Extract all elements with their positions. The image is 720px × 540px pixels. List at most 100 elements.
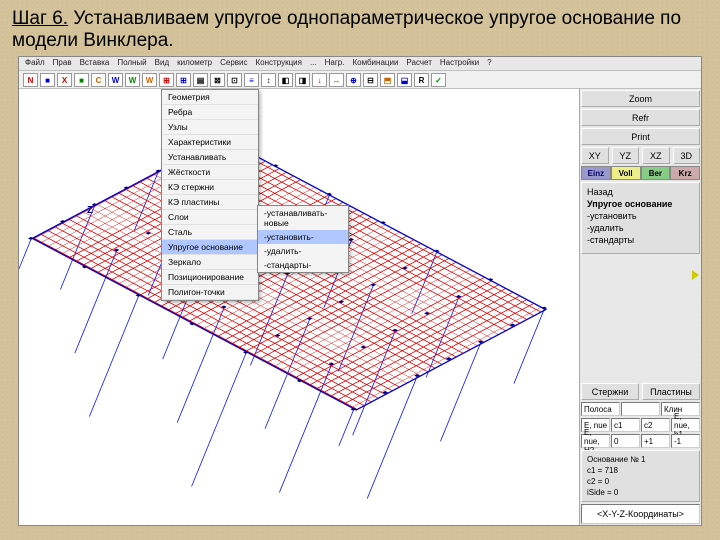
toolbar-icon[interactable]: ◧	[278, 73, 293, 87]
toolbar-icon[interactable]: ⬒	[380, 73, 395, 87]
menu-item[interactable]: Конструкция	[256, 58, 302, 69]
view-3d[interactable]: 3D	[673, 147, 701, 164]
menu-entry[interactable]: Слои	[162, 210, 258, 225]
input[interactable]: 0	[611, 434, 640, 448]
menu-item[interactable]: Нагр.	[325, 58, 345, 69]
menu-entry[interactable]: КЭ стержни	[162, 180, 258, 195]
menu-item[interactable]: Комбинации	[352, 58, 398, 69]
toolbar[interactable]: N ■ X ■ C W W W ⊞ ⊞ ▤ ⊠ ⊡ ≡ ↕ ◧ ◨ ↓ ↔ ⊕ …	[19, 71, 701, 89]
slide-title: Шаг 6. Устанавливаем упругое однопарамет…	[0, 0, 720, 54]
submenu-entry[interactable]: -устанавливать-новые	[258, 206, 348, 230]
submenu-entry[interactable]: -установить-	[258, 230, 348, 244]
input[interactable]: +1	[641, 434, 670, 448]
toolbar-icon[interactable]: ↓	[312, 73, 327, 87]
view-yz[interactable]: YZ	[612, 147, 640, 164]
toolbar-icon[interactable]: R	[414, 73, 429, 87]
input[interactable]: c2	[641, 418, 670, 432]
menu-item[interactable]: Вид	[155, 58, 169, 69]
toolbar-icon[interactable]: ■	[40, 73, 55, 87]
refresh-button[interactable]: Refr	[581, 109, 700, 126]
menu-item[interactable]: ...	[310, 58, 317, 69]
toolbar-icon[interactable]: ⊞	[159, 73, 174, 87]
input[interactable]: E, nue, h1	[671, 418, 700, 432]
tab-rods[interactable]: Стержни	[581, 383, 639, 400]
input[interactable]: c1	[611, 418, 640, 432]
panel-option[interactable]: -установить	[587, 210, 694, 222]
side-panel: Zoom Refr Print XYYZXZ3D Einz Voll Ber K…	[579, 89, 701, 525]
submenu-entry[interactable]: -удалить-	[258, 244, 348, 258]
info-title: Основание № 1	[587, 454, 694, 465]
toolbar-icon[interactable]: ↔	[329, 73, 344, 87]
tab-plates[interactable]: Пластины	[642, 383, 700, 400]
menu-item[interactable]: километр	[177, 58, 212, 69]
toolbar-icon[interactable]: C	[91, 73, 106, 87]
input[interactable]: Полоса	[581, 402, 620, 416]
cbar-ber[interactable]: Ber	[641, 166, 671, 180]
menu-item[interactable]: Файл	[25, 58, 45, 69]
menu-entry[interactable]: Позиционирование	[162, 270, 258, 285]
menu-entry[interactable]: Упругое основание	[162, 240, 258, 255]
step-number: Шаг 6.	[12, 8, 68, 29]
menu-item[interactable]: ?	[487, 58, 491, 69]
menu-entry[interactable]: Зеркало	[162, 255, 258, 270]
toolbar-icon[interactable]: ◨	[295, 73, 310, 87]
toolbar-icon[interactable]: ⊠	[210, 73, 225, 87]
menu-item[interactable]: Расчет	[406, 58, 431, 69]
menu-bar[interactable]: Файл Прав Вставка Полный Вид километр Сервис К…	[19, 57, 701, 71]
panel-option[interactable]: -стандарты	[587, 234, 694, 246]
toolbar-icon[interactable]: ✓	[431, 73, 446, 87]
menu-item[interactable]: Полный	[117, 58, 146, 69]
context-submenu[interactable]: -устанавливать-новые-установить--удалить…	[257, 205, 349, 273]
triangle-icon	[692, 270, 699, 280]
context-menu[interactable]: ГеометрияРебраУзлыХарактеристикиУстанавл…	[161, 89, 259, 301]
menu-entry[interactable]: Устанавливать	[162, 150, 258, 165]
toolbar-icon[interactable]: ⊞	[176, 73, 191, 87]
model-viewport[interactable]: Z ГеометрияРебраУзлыХарактеристикиУстана…	[19, 89, 579, 525]
input[interactable]: E, nue, H2	[581, 434, 610, 448]
cbar-voll[interactable]: Voll	[611, 166, 641, 180]
zoom-button[interactable]: Zoom	[581, 90, 700, 107]
color-bar[interactable]: Einz Voll Ber Krz	[581, 166, 700, 180]
menu-item[interactable]: Сервис	[220, 58, 247, 69]
menu-entry[interactable]: Жёсткости	[162, 165, 258, 180]
submenu-entry[interactable]: -стандарты-	[258, 258, 348, 272]
back-link[interactable]: Назад	[587, 186, 694, 198]
toolbar-icon[interactable]: ■	[74, 73, 89, 87]
info-line: c1 = 718	[587, 465, 694, 476]
toolbar-icon[interactable]: ⊡	[227, 73, 242, 87]
menu-entry[interactable]: Сталь	[162, 225, 258, 240]
toolbar-icon[interactable]: W	[142, 73, 157, 87]
coordinates-field[interactable]: <X-Y-Z-Координаты>	[581, 504, 700, 524]
view-xy[interactable]: XY	[581, 147, 609, 164]
info-line: iSide = 0	[587, 487, 694, 498]
toolbar-icon[interactable]: ↕	[261, 73, 276, 87]
view-xz[interactable]: XZ	[642, 147, 670, 164]
menu-item[interactable]: Вставка	[80, 58, 110, 69]
foundation-info: Основание № 1 c1 = 718 c2 = 0 iSide = 0	[581, 450, 700, 502]
input[interactable]	[621, 402, 660, 416]
toolbar-icon[interactable]: ⊟	[363, 73, 378, 87]
menu-item[interactable]: Настройки	[440, 58, 479, 69]
menu-entry[interactable]: КЭ пластины	[162, 195, 258, 210]
toolbar-icon[interactable]: W	[125, 73, 140, 87]
print-button[interactable]: Print	[581, 128, 700, 145]
toolbar-icon[interactable]: ≡	[244, 73, 259, 87]
application-window: Файл Прав Вставка Полный Вид километр Сервис К…	[18, 56, 702, 526]
step-text: Устанавливаем упругое однопараметрическо…	[12, 8, 681, 51]
menu-entry[interactable]: Полигон-точки	[162, 285, 258, 300]
menu-item[interactable]: Прав	[53, 58, 72, 69]
input[interactable]: -1	[671, 434, 700, 448]
toolbar-icon[interactable]: W	[108, 73, 123, 87]
cbar-krz[interactable]: Krz	[670, 166, 700, 180]
toolbar-icon[interactable]: ⊕	[346, 73, 361, 87]
menu-entry[interactable]: Ребра	[162, 105, 258, 120]
toolbar-icon[interactable]: ⬓	[397, 73, 412, 87]
menu-entry[interactable]: Узлы	[162, 120, 258, 135]
toolbar-icon[interactable]: X	[57, 73, 72, 87]
panel-option[interactable]: -удалить	[587, 222, 694, 234]
menu-entry[interactable]: Геометрия	[162, 90, 258, 105]
menu-entry[interactable]: Характеристики	[162, 135, 258, 150]
cbar-einz[interactable]: Einz	[581, 166, 611, 180]
toolbar-icon[interactable]: ▤	[193, 73, 208, 87]
toolbar-icon[interactable]: N	[23, 73, 38, 87]
